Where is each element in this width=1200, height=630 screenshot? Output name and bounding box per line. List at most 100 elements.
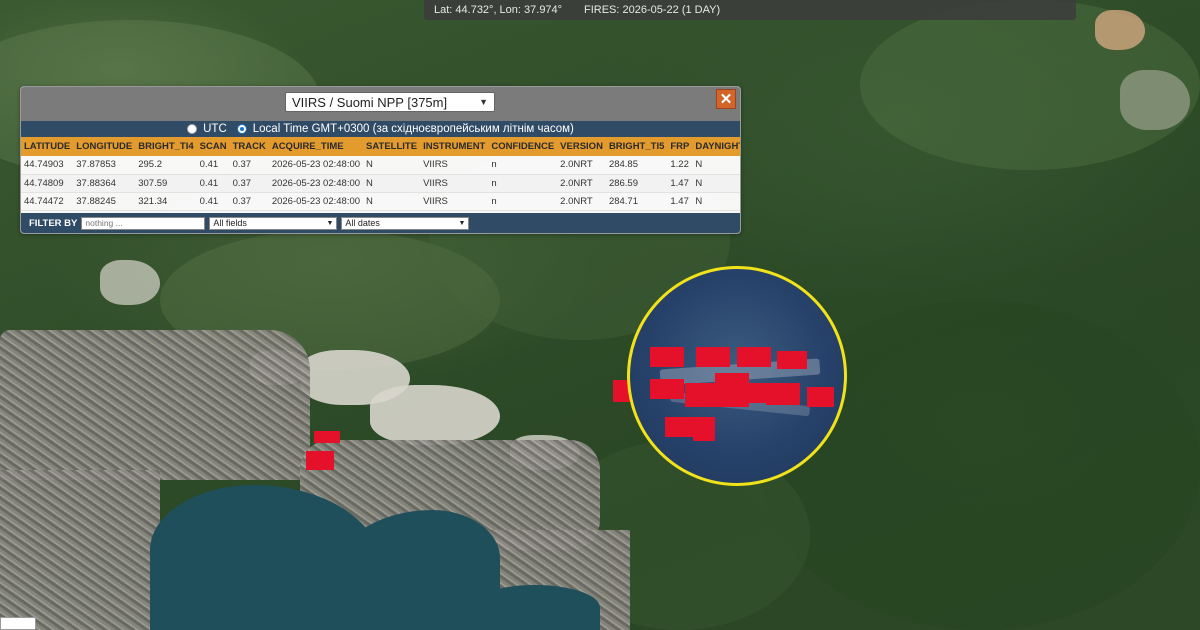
table-row[interactable]: 44.74903 37.87853 295.2 0.41 0.37 2026-05-23 … [21,156,740,175]
fire-data-table: LATITUDE LONGITUDE BRIGHT_TI4 SCAN TRACK ACQU… [21,137,740,211]
bay [470,585,600,630]
table-cell: 1.47 [667,192,693,211]
table-cell: n [488,192,558,211]
table-cell: VIIRS [420,192,489,211]
satellite-select[interactable]: VIIRS / Suomi NPP [375m] ▼ [285,92,495,112]
fire-marker[interactable] [665,417,693,437]
column-header-confidence[interactable]: CONFIDENCE [488,137,557,156]
highlight-circle [627,266,847,486]
fire-marker[interactable] [685,383,715,407]
table-cell: VIIRS [420,174,489,193]
panel-header: VIIRS / Suomi NPP [375m] ▼ ✕ [21,87,740,121]
column-header-bright-ti5[interactable]: BRIGHT_TI5 [606,137,667,156]
fire-data-panel: VIIRS / Suomi NPP [375m] ▼ ✕ UTC Local T… [20,86,741,234]
table-cell: 2026-05-23 02:48:00 [268,156,364,175]
table-cell: 307.59 [135,174,197,193]
fire-marker[interactable] [777,351,807,369]
quarry-area [100,260,160,305]
table-cell: 321.34 [135,192,197,211]
column-header-latitude[interactable]: LATITUDE [21,137,73,156]
status-bar: Lat: 44.732°, Lon: 37.974° FIRES: 2026-0… [424,0,1076,20]
table-cell: 2.0NRT [557,192,606,211]
table-cell: 2026-05-23 02:48:00 [268,192,364,211]
table-cell: N [692,174,740,193]
column-header-longitude[interactable]: LONGITUDE [73,137,135,156]
column-header-frp[interactable]: FRP [667,137,692,156]
column-header-instrument[interactable]: INSTRUMENT [420,137,488,156]
table-cell: n [488,156,558,175]
chevron-down-icon: ▼ [458,219,466,227]
chevron-down-icon: ▼ [326,219,334,227]
table-header-row: LATITUDE LONGITUDE BRIGHT_TI4 SCAN TRACK ACQU… [21,137,740,156]
table-cell: 0.37 [229,192,269,211]
column-header-acquire-time[interactable]: ACQUIRE_TIME [269,137,363,156]
city-area [0,470,160,630]
utc-radio[interactable] [187,124,198,134]
local-time-label: Local Time GMT+0300 (за східноєвропейськ… [252,123,574,135]
table-cell: 284.85 [605,156,668,175]
table-cell: 2026-05-23 02:48:00 [268,174,364,193]
quarry-area [370,385,500,445]
column-header-version[interactable]: VERSION [557,137,606,156]
table-cell: 37.88364 [73,174,136,193]
field-select[interactable]: All fields ▼ [209,216,338,230]
table-cell: 37.87853 [73,156,136,175]
fire-marker[interactable] [650,379,684,399]
utc-label: UTC [203,123,227,135]
fire-marker[interactable] [693,417,715,441]
table-cell: N [692,156,740,175]
close-icon: ✕ [719,91,733,108]
column-header-bright-ti4[interactable]: BRIGHT_TI4 [135,137,196,156]
table-cell: 44.74472 [21,192,74,211]
quarry-area [1095,10,1145,50]
table-row[interactable]: 44.74472 37.88245 321.34 0.41 0.37 2026-05-23… [21,192,740,211]
table-cell: 2.0NRT [557,156,606,175]
timezone-selector: UTC Local Time GMT+0300 (за східноєвропе… [21,121,740,137]
table-row[interactable]: 44.74809 37.88364 307.59 0.41 0.37 2026-05-23… [21,174,740,193]
close-button[interactable]: ✕ [716,89,736,109]
satellite-select-value: VIIRS / Suomi NPP [375m] [292,94,448,110]
local-time-radio[interactable] [236,124,247,134]
table-cell: 37.88245 [73,192,136,211]
table-cell: N [363,192,421,211]
column-header-daynight[interactable]: DAYNIGHT [692,137,740,156]
table-cell: 0.41 [196,174,230,193]
fire-marker[interactable] [766,383,800,405]
date-select[interactable]: All dates ▼ [341,216,470,230]
fire-marker[interactable] [650,347,684,367]
table-cell: N [363,156,421,175]
table-cell: 0.37 [229,174,269,193]
table-cell: 1.47 [667,174,693,193]
filter-bar: FILTER BY All fields ▼ All dates ▼ [21,213,740,233]
table-cell: 0.37 [229,156,269,175]
filter-input[interactable] [81,216,206,230]
column-header-scan[interactable]: SCAN [197,137,230,156]
fire-marker[interactable] [737,347,771,367]
table-cell: N [363,174,421,193]
table-cell: 295.2 [135,156,197,175]
scale-tab [0,617,36,630]
table-cell: N [692,192,740,211]
table-cell: 0.41 [196,192,230,211]
fire-marker[interactable] [696,347,730,367]
date-select-value: All dates [345,218,380,228]
fires-date-label: FIRES: 2026-05-22 (1 DAY) [584,4,721,16]
table-cell: VIIRS [420,156,489,175]
column-header-track[interactable]: TRACK [230,137,269,156]
table-cell: 0.41 [196,156,230,175]
table-cell: 286.59 [605,174,668,193]
city-area [0,330,310,480]
fire-marker[interactable] [314,431,340,443]
fire-marker[interactable] [807,387,834,407]
fire-marker[interactable] [306,451,334,470]
chevron-down-icon: ▼ [479,97,488,107]
cursor-coordinates: Lat: 44.732°, Lon: 37.974° [434,4,563,16]
table-cell: 284.71 [605,192,668,211]
field-select-value: All fields [213,218,247,228]
table-cell: 1.22 [667,156,693,175]
table-cell: n [488,174,558,193]
filter-label: FILTER BY [29,217,78,229]
table-cell: 44.74809 [21,174,74,193]
table-cell: 2.0NRT [557,174,606,193]
column-header-satellite[interactable]: SATELLITE [363,137,420,156]
